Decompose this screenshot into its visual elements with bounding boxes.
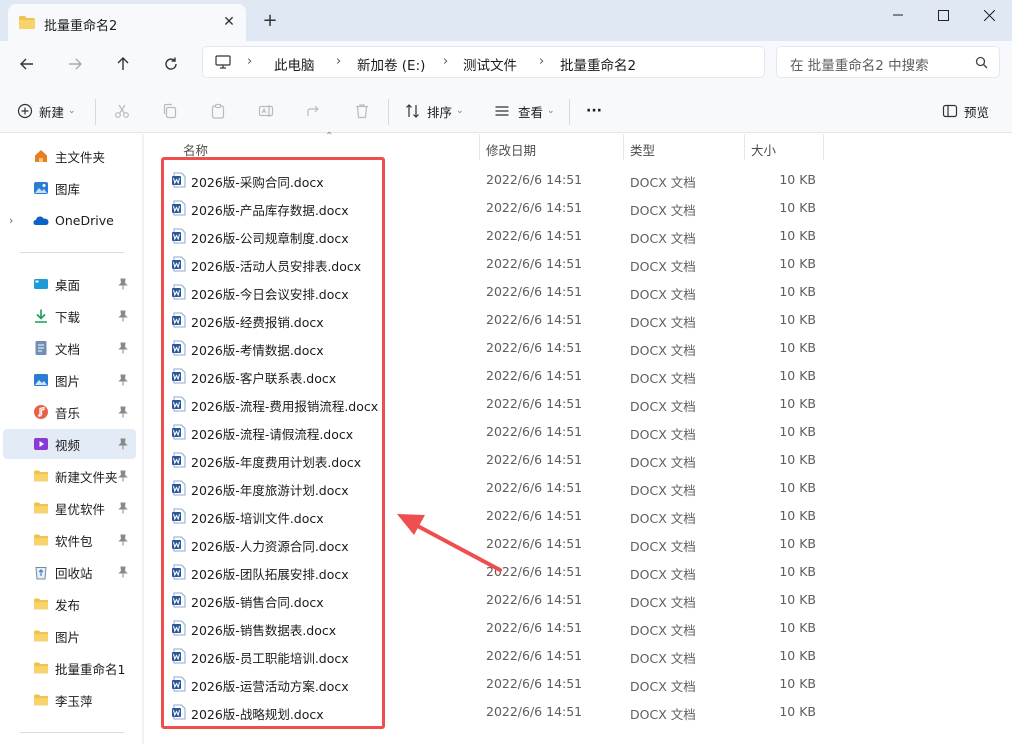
annotation-arrow [397, 514, 502, 572]
